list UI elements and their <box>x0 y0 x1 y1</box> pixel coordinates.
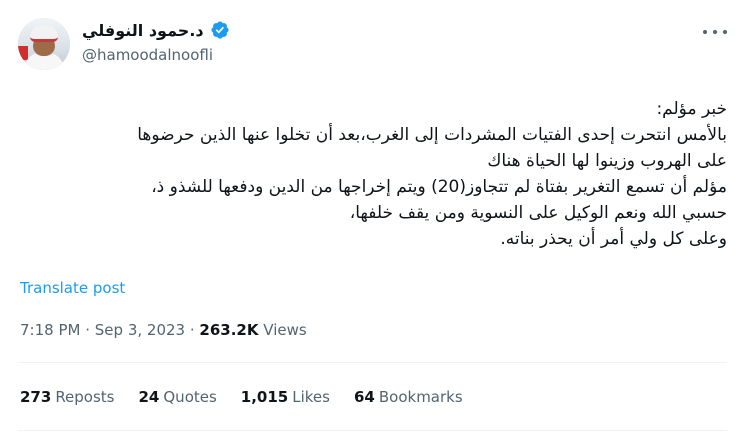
tweet-header: د.حمود النوفلي @hamoodalnoofli <box>18 18 727 74</box>
tweet-card: د.حمود النوفلي @hamoodalnoofli خبر مؤلم:… <box>0 0 745 432</box>
tweet-line: حسبي الله ونعم الوكيل على النسوية ومن يق… <box>349 203 727 223</box>
divider <box>18 430 727 431</box>
reposts-stat[interactable]: 273 Reposts <box>20 388 115 406</box>
meta-separator: · <box>85 321 95 339</box>
tweet-text: خبر مؤلم: بالأمس انتحرت إحدى الفتيات الم… <box>18 96 727 252</box>
author-name-row[interactable]: د.حمود النوفلي <box>82 20 230 40</box>
tweet-meta: 7:18 PM · Sep 3, 2023 · 263.2K Views <box>20 321 307 339</box>
author-name[interactable]: د.حمود النوفلي <box>82 21 204 40</box>
tweet-line: وعلى كل ولي أمر أن يحذر بناته. <box>500 229 727 249</box>
engagement-stats: 273 Reposts 24 Quotes 1,015 Likes 64 Bookmar… <box>20 388 463 406</box>
divider <box>18 362 727 363</box>
author-handle[interactable]: @hamoodalnoofli <box>82 46 213 64</box>
meta-separator: · <box>189 321 200 339</box>
tweet-line: مؤلم أن تسمع التغرير بفتاة لم تتجاوز(20)… <box>151 177 727 197</box>
verified-badge-icon <box>211 21 229 39</box>
likes-stat[interactable]: 1,015 Likes <box>241 388 330 406</box>
tweet-line: خبر مؤلم: <box>656 99 727 119</box>
tweet-time[interactable]: 7:18 PM <box>20 321 80 339</box>
views-count: 263.2K <box>199 321 259 339</box>
views-label: Views <box>263 321 307 339</box>
more-options-icon[interactable] <box>703 22 727 42</box>
quotes-stat[interactable]: 24 Quotes <box>139 388 217 406</box>
tweet-line: بالأمس انتحرت إحدى الفتيات المشردات إلى … <box>137 125 727 145</box>
avatar[interactable] <box>18 18 70 70</box>
tweet-date[interactable]: Sep 3, 2023 <box>95 321 185 339</box>
tweet-line: على الهروب وزينوا لها الحياة هناك <box>487 151 727 171</box>
bookmarks-stat[interactable]: 64 Bookmarks <box>354 388 463 406</box>
translate-post-link[interactable]: Translate post <box>20 279 125 297</box>
